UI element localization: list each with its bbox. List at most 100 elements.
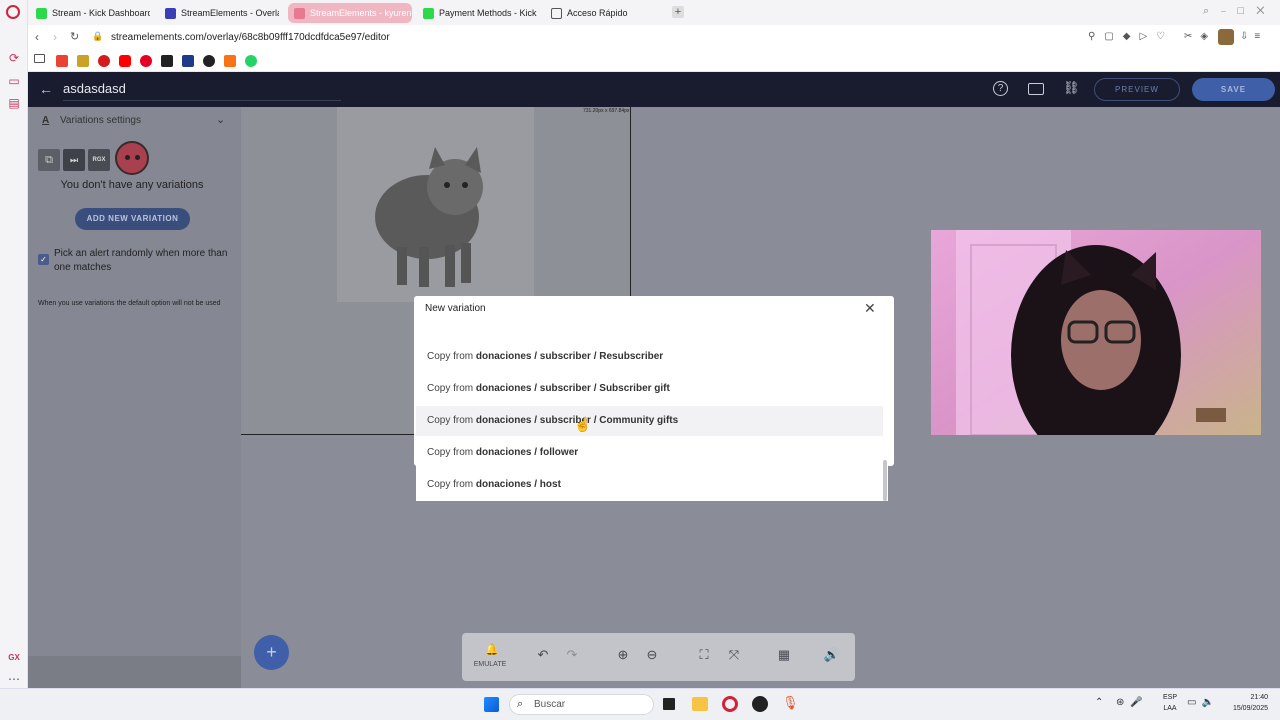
obs-icon[interactable] bbox=[752, 696, 768, 712]
redo-icon[interactable]: ↷ bbox=[562, 647, 582, 663]
language-code[interactable]: ESP bbox=[1160, 694, 1180, 701]
list-item[interactable]: Copy from donaciones / follower bbox=[416, 438, 883, 468]
tab-streamelements-kyuren[interactable]: StreamElements - kyuren bbox=[288, 3, 412, 23]
emulate-button[interactable]: 🔔 EMULATE bbox=[466, 639, 514, 675]
file-explorer-icon[interactable] bbox=[692, 697, 708, 711]
fit-screen-icon[interactable]: ⤧ bbox=[724, 647, 744, 663]
forward-icon[interactable]: › bbox=[53, 30, 57, 44]
new-tab-button[interactable]: + bbox=[672, 6, 684, 18]
preview-button[interactable]: PREVIEW bbox=[1094, 78, 1180, 101]
list-item[interactable]: Copy from donaciones / subscriber / Resu… bbox=[416, 342, 883, 372]
monitor-icon[interactable] bbox=[1028, 83, 1044, 95]
volume-icon[interactable]: 🔊 bbox=[822, 647, 842, 663]
system-icons[interactable]: ▭🔈 bbox=[1187, 697, 1219, 708]
menu-icons[interactable]: ⇩≡ bbox=[1240, 31, 1266, 42]
sidebar-footer bbox=[28, 656, 241, 688]
clock-time[interactable]: 21:40 bbox=[1226, 694, 1268, 701]
whatsapp-icon[interactable] bbox=[245, 55, 257, 67]
gmail-icon[interactable] bbox=[56, 55, 68, 67]
fullscreen-icon[interactable]: ⛶ bbox=[694, 647, 714, 663]
opera-logo-icon[interactable] bbox=[6, 5, 20, 19]
address-toolbar-icons[interactable]: ⚲▢◆▷♡ bbox=[1088, 31, 1174, 42]
list-item[interactable]: Copy from donaciones / subscriber / Subs… bbox=[416, 374, 883, 404]
rgx-badge[interactable]: RGX bbox=[88, 149, 110, 171]
bookmark-icon[interactable] bbox=[224, 55, 236, 67]
player-icon[interactable]: ▤ bbox=[6, 95, 22, 111]
bookmark-icon[interactable] bbox=[161, 55, 173, 67]
help-icon[interactable]: ? bbox=[993, 81, 1008, 96]
add-new-variation-button[interactable]: ADD NEW VARIATION bbox=[75, 208, 190, 230]
overlay-title-input[interactable]: asdasdasd bbox=[63, 81, 341, 101]
save-button[interactable]: SAVE bbox=[1192, 78, 1275, 101]
close-icon[interactable]: ✕ bbox=[864, 300, 876, 317]
clock-date[interactable]: 15/09/2025 bbox=[1222, 705, 1268, 712]
copy-icon[interactable]: ⧉ bbox=[38, 149, 60, 171]
apple-icon[interactable] bbox=[98, 55, 110, 67]
back-arrow-icon[interactable]: ← bbox=[39, 81, 53, 97]
gx-label[interactable]: GX bbox=[6, 650, 22, 666]
extension-icons[interactable]: ✂◈ bbox=[1184, 31, 1216, 42]
opera-taskbar-icon[interactable] bbox=[722, 696, 738, 712]
undo-icon[interactable]: ↶ bbox=[533, 647, 553, 663]
address-bar: ‹ › ↻ 🔒 streamelements.com/overlay/68c8b… bbox=[28, 25, 1280, 50]
variations-sidebar: A Variations settings ⌄ ⧉ ⏭ RGX You don'… bbox=[28, 107, 241, 656]
tab-acceso-rapido[interactable]: Acceso Rápido bbox=[545, 3, 655, 23]
list-item[interactable]: Copy from donaciones / subscriber / Comm… bbox=[416, 406, 883, 436]
bookmark-icon[interactable] bbox=[203, 55, 215, 67]
mouse-cursor-icon: ☝ bbox=[574, 416, 592, 432]
link-icon[interactable]: ⛓ bbox=[1063, 80, 1080, 96]
random-alert-checkbox[interactable]: ✓ bbox=[38, 254, 49, 265]
variations-note: When you use variations the default opti… bbox=[38, 300, 221, 307]
chevron-down-icon[interactable]: ⌄ bbox=[216, 113, 225, 126]
start-icon[interactable] bbox=[484, 697, 499, 712]
bookmark-icon[interactable] bbox=[182, 55, 194, 67]
zoom-in-icon[interactable]: ⊕ bbox=[613, 647, 633, 663]
wallet-icon[interactable]: ▭ bbox=[6, 73, 22, 89]
list-item[interactable]: Copy from donaciones / host bbox=[416, 470, 883, 500]
editor-toolbar: 🔔 EMULATE ↶ ↷ ⊕ ⊖ ⛶ ⤧ ▦ 🔊 bbox=[462, 633, 855, 681]
taskview-icon[interactable] bbox=[663, 698, 675, 710]
kick-icon bbox=[423, 7, 434, 19]
search-icon: ⌕ bbox=[517, 698, 524, 710]
tab-streamelements-overlay[interactable]: StreamElements - Overlay bbox=[159, 3, 279, 23]
avatar-eye-icon bbox=[135, 155, 140, 160]
speed-dial-icon bbox=[551, 7, 562, 19]
section-title[interactable]: Variations settings bbox=[60, 115, 141, 126]
reload-icon[interactable]: ↻ bbox=[70, 30, 79, 43]
microphone-app-icon[interactable]: 🎙 bbox=[782, 695, 799, 711]
zoom-out-icon[interactable]: ⊖ bbox=[642, 647, 662, 663]
bookmarks-bar bbox=[28, 50, 1280, 72]
url-field[interactable]: streamelements.com/overlay/68c8b09fff170… bbox=[111, 32, 390, 43]
avatar-eye-icon bbox=[125, 155, 130, 160]
pinterest-icon[interactable] bbox=[140, 55, 152, 67]
tab-bar: Stream - Kick Dashboard StreamElements -… bbox=[28, 0, 1280, 25]
tab-kick-dashboard[interactable]: Stream - Kick Dashboard bbox=[30, 3, 150, 23]
webcam-feed[interactable] bbox=[931, 230, 1261, 435]
scrollbar[interactable] bbox=[883, 460, 887, 501]
youtube-icon[interactable] bbox=[119, 55, 131, 67]
streamelements-icon bbox=[294, 7, 305, 19]
stage-dimensions: 731.20px x 697.84px bbox=[583, 108, 630, 114]
more-icon[interactable]: ⋯ bbox=[6, 671, 22, 687]
aria-icon[interactable]: ⟳ bbox=[6, 50, 22, 66]
bookmark-icon[interactable] bbox=[77, 55, 89, 67]
taskbar-search[interactable]: ⌕ Buscar bbox=[509, 694, 654, 715]
chevron-up-icon[interactable]: ⌃ bbox=[1095, 697, 1103, 708]
grid-icon[interactable]: ▦ bbox=[774, 647, 794, 663]
language-layout[interactable]: LAA bbox=[1160, 705, 1180, 712]
editor-header: ← asdasdasd ? ⛓ PREVIEW SAVE bbox=[28, 72, 1280, 107]
tray-icons[interactable]: ⊛🎤 bbox=[1116, 697, 1149, 708]
text-settings-icon: A bbox=[42, 115, 50, 126]
cat-graphic bbox=[375, 147, 483, 287]
tab-payment-methods[interactable]: Payment Methods - Kick bbox=[417, 3, 537, 23]
cat-image[interactable] bbox=[337, 107, 534, 302]
folder-icon[interactable] bbox=[34, 54, 45, 63]
skip-icon[interactable]: ⏭ bbox=[63, 149, 85, 171]
profile-avatar[interactable] bbox=[1218, 29, 1234, 45]
back-icon[interactable]: ‹ bbox=[35, 30, 39, 44]
add-widget-button[interactable]: + bbox=[254, 635, 289, 670]
no-variations-text: You don't have any variations bbox=[60, 179, 204, 191]
avatar[interactable] bbox=[115, 141, 149, 175]
window-controls[interactable]: ⌕⎯□✕ bbox=[1203, 5, 1277, 18]
modal-title: New variation bbox=[425, 303, 486, 314]
